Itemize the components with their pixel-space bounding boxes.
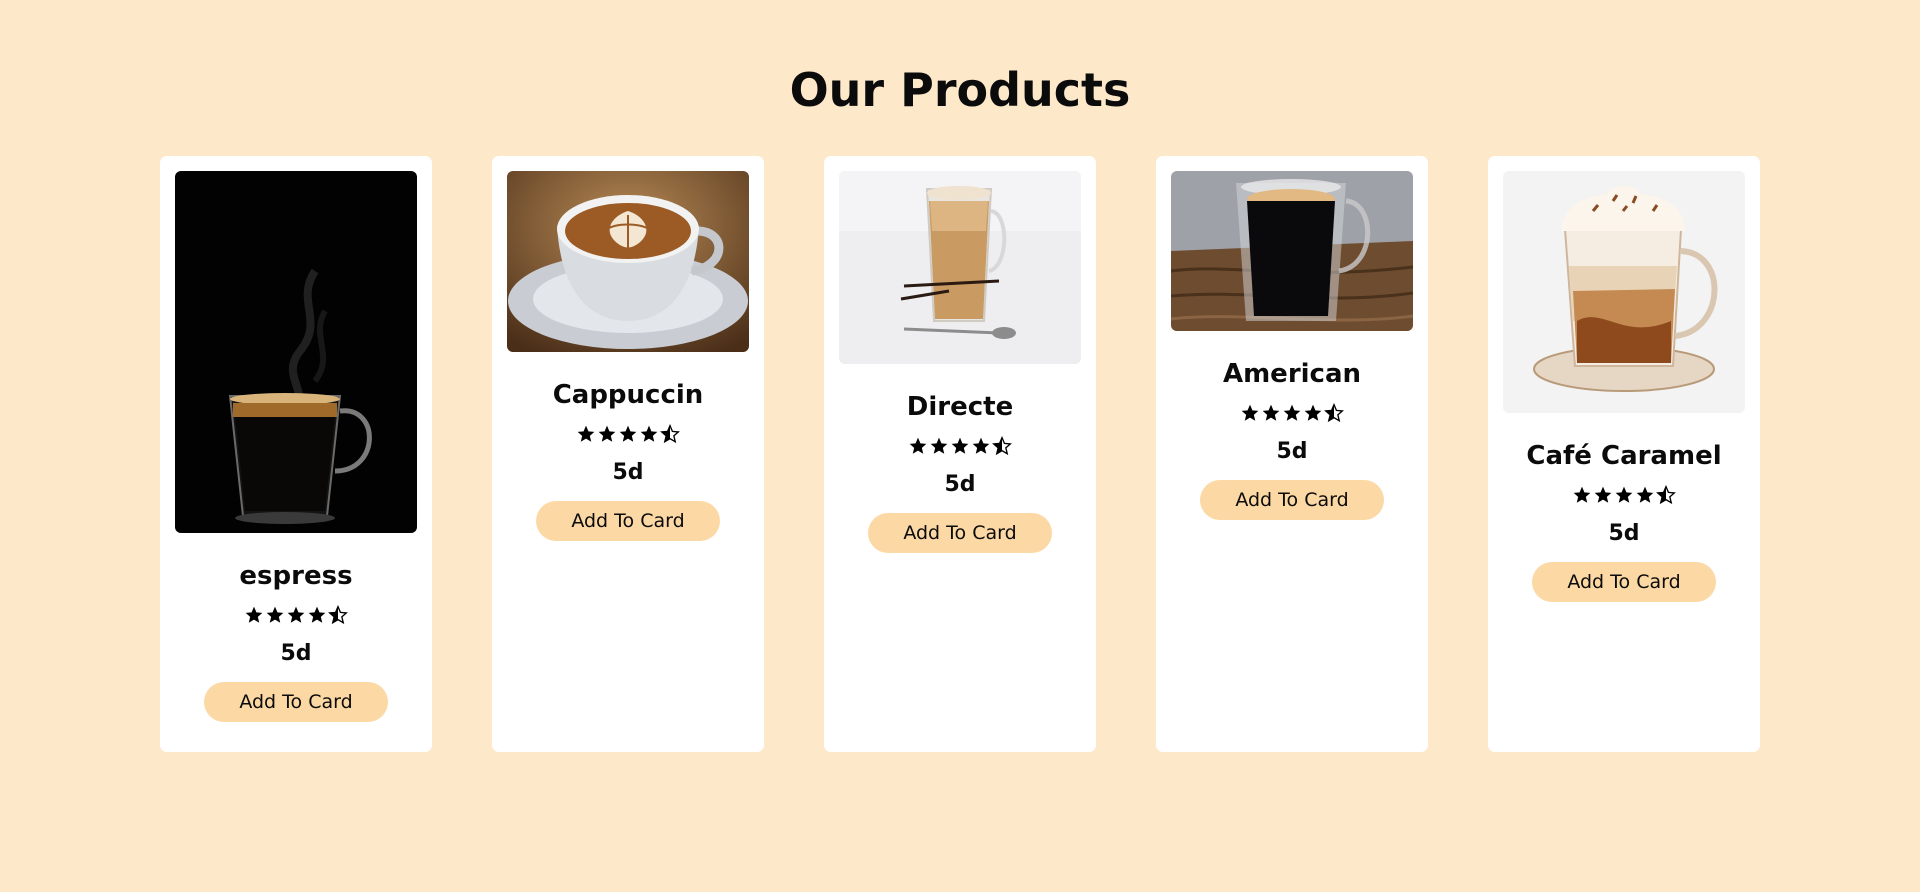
product-image-cappuccino [507, 171, 749, 352]
star-full-icon [266, 606, 284, 623]
product-rating [244, 603, 348, 627]
star-full-icon [1594, 486, 1612, 503]
star-full-icon [1283, 404, 1301, 421]
product-card-cappuccino: Cappuccin 5d Add To Card [492, 156, 764, 752]
product-card-espresso: espress 5d Add To Card [160, 156, 432, 752]
product-price: 5d [944, 472, 976, 497]
star-full-icon [245, 606, 263, 623]
product-rating [1572, 483, 1676, 507]
star-full-icon [1615, 486, 1633, 503]
add-to-cart-button[interactable]: Add To Card [536, 501, 720, 541]
add-to-cart-button[interactable]: Add To Card [1532, 562, 1716, 602]
star-full-icon [619, 425, 637, 442]
product-image-cafe-caramel [1503, 171, 1745, 413]
product-rating [1240, 401, 1344, 425]
product-card-american: American 5d Add To Card [1156, 156, 1428, 752]
star-half-icon [328, 605, 348, 625]
star-half-icon [660, 424, 680, 444]
star-full-icon [308, 606, 326, 623]
product-name: Directe [906, 392, 1014, 422]
star-half-icon [1656, 485, 1676, 505]
product-image-espresso [175, 171, 417, 533]
product-price: 5d [1608, 521, 1640, 546]
product-image-directe [839, 171, 1081, 364]
product-rating [908, 434, 1012, 458]
star-full-icon [1241, 404, 1259, 421]
star-half-icon [992, 436, 1012, 456]
add-to-cart-button[interactable]: Add To Card [868, 513, 1052, 553]
product-card-directe: Directe 5d Add To Card [824, 156, 1096, 752]
product-price: 5d [280, 641, 312, 666]
product-rating [576, 422, 680, 446]
product-card-cafe-caramel: Café Caramel 5d Add To Card [1488, 156, 1760, 752]
product-image-american [1171, 171, 1413, 331]
product-name: Café Caramel [1526, 441, 1722, 471]
star-full-icon [972, 437, 990, 454]
star-full-icon [1262, 404, 1280, 421]
page-title: Our Products [789, 63, 1131, 117]
star-full-icon [598, 425, 616, 442]
star-full-icon [577, 425, 595, 442]
product-price: 5d [1276, 439, 1308, 464]
product-name: American [1222, 359, 1362, 389]
star-full-icon [930, 437, 948, 454]
star-full-icon [287, 606, 305, 623]
star-full-icon [640, 425, 658, 442]
product-name: Cappuccin [552, 380, 704, 410]
add-to-cart-button[interactable]: Add To Card [204, 682, 388, 722]
product-name: espress [239, 561, 353, 591]
star-full-icon [1636, 486, 1654, 503]
star-full-icon [951, 437, 969, 454]
add-to-cart-button[interactable]: Add To Card [1200, 480, 1384, 520]
star-full-icon [909, 437, 927, 454]
star-full-icon [1573, 486, 1591, 503]
product-price: 5d [612, 460, 644, 485]
product-grid: espress 5d Add To Card Cappuccin 5d Add … [160, 156, 1760, 752]
star-half-icon [1324, 403, 1344, 423]
star-full-icon [1304, 404, 1322, 421]
